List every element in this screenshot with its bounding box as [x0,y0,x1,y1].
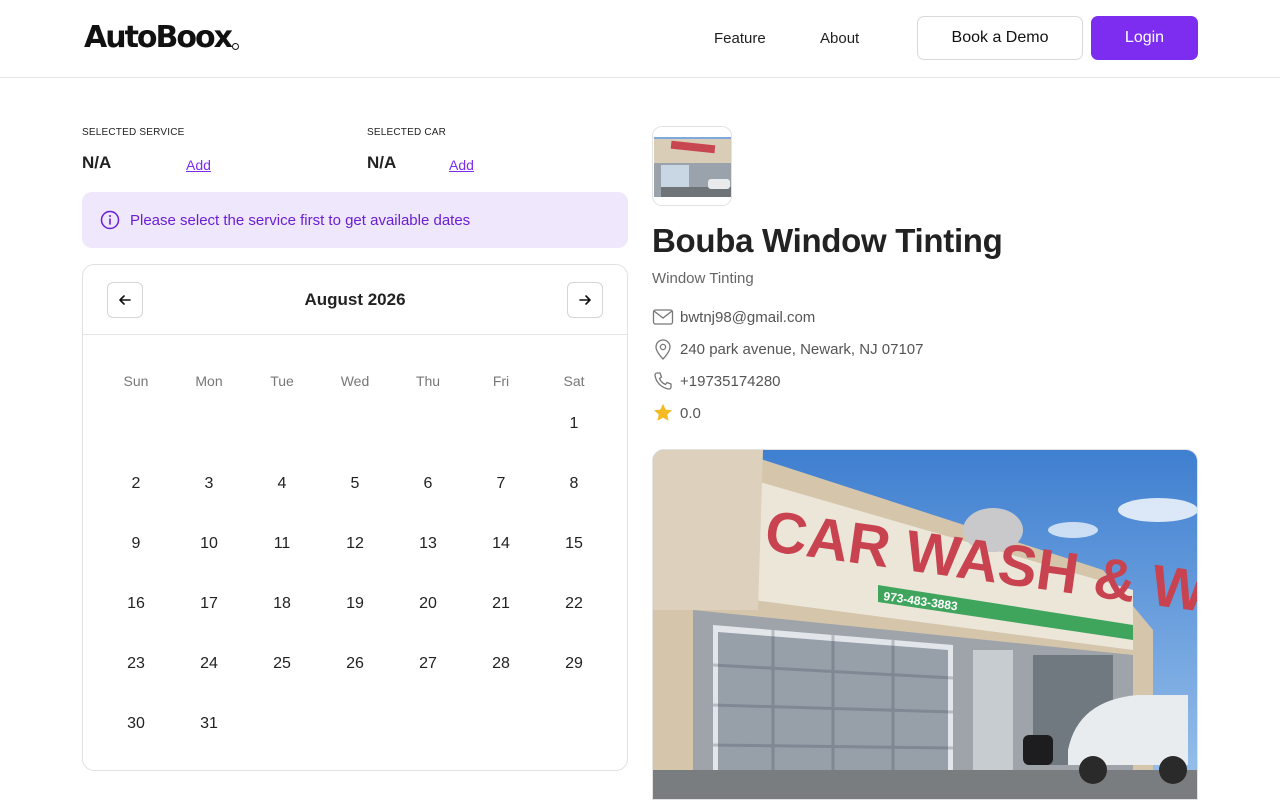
calendar-day[interactable]: 23 [111,644,161,684]
logo-dot-icon [231,43,239,50]
calendar-day[interactable]: 20 [403,584,453,624]
autoboox-logo[interactable]: AutoBoox [84,20,239,56]
calendar-day[interactable]: 13 [403,524,453,564]
business-email[interactable]: bwtnj98@gmail.com [680,309,815,326]
weekday-wed: Wed [340,373,370,389]
calendar-day[interactable]: 14 [476,524,526,564]
weekday-sun: Sun [123,373,149,389]
location-pin-icon [652,338,674,360]
business-category: Window Tinting [652,270,754,287]
calendar-day[interactable]: 3 [184,464,234,504]
calendar-day[interactable]: 26 [330,644,380,684]
calendar-month-title: August 2026 [304,290,406,309]
business-phone[interactable]: +19735174280 [680,373,781,390]
calendar-day[interactable]: 19 [330,584,380,624]
calendar-day[interactable]: 4 [257,464,307,504]
business-email-row: bwtnj98@gmail.com [652,305,815,329]
weekday-thu: Thu [415,373,441,389]
calendar-day[interactable]: 1 [549,404,599,444]
select-service-banner: Please select the service first to get a… [82,192,628,248]
calendar-day[interactable]: 15 [549,524,599,564]
business-phone-row: +19735174280 [652,369,781,393]
banner-text: Please select the service first to get a… [130,211,471,229]
weekday-sat: Sat [563,373,585,389]
calendar-day[interactable]: 2 [111,464,161,504]
calendar-header: August 2026 [83,265,627,335]
calendar-day[interactable]: 12 [330,524,380,564]
date-calendar: August 2026 Sun Mon Tue Wed Thu Fri Sat 123456… [82,264,628,771]
selected-car-label: SELECTED CAR [367,127,447,138]
calendar-day[interactable]: 8 [549,464,599,504]
selected-car-value: N/A [367,153,397,172]
calendar-day[interactable]: 17 [184,584,234,624]
business-name: Bouba Window Tinting [652,222,1003,259]
mail-icon [652,306,674,328]
add-car-link[interactable]: Add [449,157,474,173]
weekday-tue: Tue [270,373,294,389]
business-rating-row: 0.0 [652,401,701,425]
calendar-day[interactable]: 31 [184,704,234,744]
calendar-day[interactable]: 30 [111,704,161,744]
phone-icon [652,370,674,392]
weekday-fri: Fri [492,373,510,389]
calendar-day[interactable]: 9 [111,524,161,564]
calendar-day[interactable]: 24 [184,644,234,684]
login-button[interactable]: Login [1091,16,1198,60]
next-month-button[interactable] [567,282,603,318]
book-demo-button[interactable]: Book a Demo [917,16,1083,60]
calendar-day[interactable]: 5 [330,464,380,504]
calendar-day[interactable]: 25 [257,644,307,684]
business-rating: 0.0 [680,404,701,422]
calendar-day[interactable]: 27 [403,644,453,684]
calendar-day[interactable]: 28 [476,644,526,684]
calendar-day[interactable]: 29 [549,644,599,684]
calendar-day[interactable]: 7 [476,464,526,504]
business-address[interactable]: 240 park avenue, Newark, NJ 07107 [680,341,923,358]
business-address-row: 240 park avenue, Newark, NJ 07107 [652,337,923,361]
info-icon [100,210,120,230]
business-storefront-photo[interactable]: CAR WASH & WINDOW TINT 973-483-3883 [652,449,1198,800]
top-navbar: AutoBoox Feature About Book a Demo Login [0,0,1280,78]
nav-feature-link[interactable]: Feature [714,29,766,49]
weekday-mon: Mon [195,373,223,389]
calendar-day[interactable]: 11 [257,524,307,564]
selected-service-value: N/A [82,153,112,172]
calendar-day[interactable]: 16 [111,584,161,624]
selected-service-label: SELECTED SERVICE [82,127,185,138]
add-service-link[interactable]: Add [186,157,211,173]
calendar-day[interactable]: 6 [403,464,453,504]
arrow-right-icon [579,295,591,305]
calendar-day[interactable]: 22 [549,584,599,624]
calendar-day[interactable]: 18 [257,584,307,624]
calendar-day[interactable]: 10 [184,524,234,564]
nav-about-link[interactable]: About [820,29,859,49]
business-thumbnail[interactable] [652,126,732,206]
star-icon [652,402,674,424]
calendar-day[interactable]: 21 [476,584,526,624]
